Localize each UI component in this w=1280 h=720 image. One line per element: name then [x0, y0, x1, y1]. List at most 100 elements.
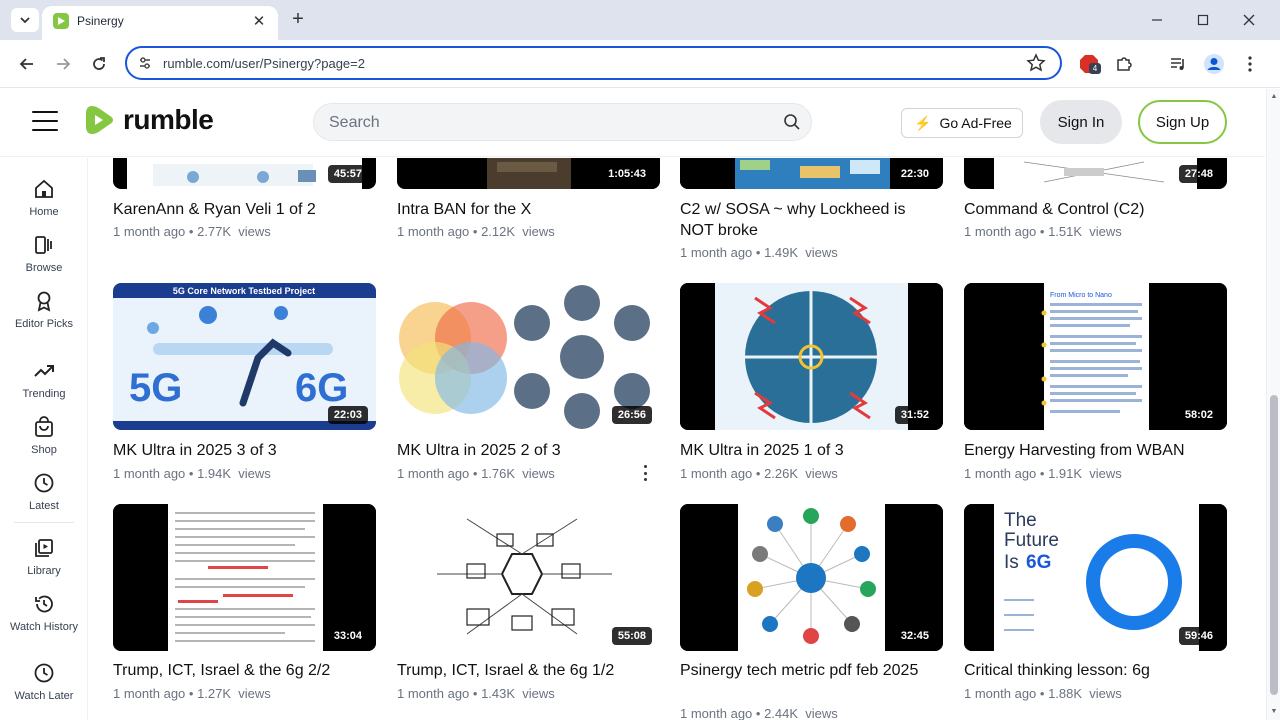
- video-age: 1 month ago: [397, 686, 470, 701]
- address-bar[interactable]: rumble.com/user/Psinergy?page=2: [125, 46, 1062, 80]
- scroll-down-icon[interactable]: ▼: [1270, 708, 1278, 716]
- sidebar-label: Watch Later: [14, 690, 74, 702]
- browser-menu-button[interactable]: [1238, 52, 1262, 76]
- sidebar-item-editor-picks[interactable]: Editor Picks: [4, 290, 84, 331]
- sidebar-label: Home: [29, 206, 59, 218]
- sidebar-item-watch-later[interactable]: Watch Later: [4, 662, 84, 703]
- sidebar-item-latest[interactable]: Latest: [4, 472, 84, 513]
- video-views: 2.26K: [764, 466, 799, 481]
- media-controls-button[interactable]: [1166, 52, 1190, 76]
- video-duration: 31:52: [894, 406, 935, 424]
- video-meta: 1 month ago • 1.88K views: [964, 686, 1122, 701]
- home-icon: [35, 179, 53, 198]
- video-duration: 45:57: [327, 165, 368, 183]
- video-title[interactable]: MK Ultra in 2025 2 of 3: [397, 440, 660, 461]
- video-thumbnail[interactable]: The Future Is 6G 59:46: [964, 504, 1227, 651]
- page-scrollbar[interactable]: ▲ ▼: [1266, 89, 1280, 720]
- browser-toolbar: rumble.com/user/Psinergy?page=2 4: [0, 40, 1280, 88]
- video-title[interactable]: Critical thinking lesson: 6g: [964, 660, 1227, 681]
- sidebar-label: Shop: [31, 444, 57, 456]
- video-thumbnail[interactable]: 26:56: [397, 283, 660, 430]
- video-title[interactable]: Intra BAN for the X: [397, 199, 660, 220]
- url-text: rumble.com/user/Psinergy?page=2: [163, 56, 365, 71]
- wban-heading-text: From Micro to Nano: [1050, 292, 1112, 299]
- back-button[interactable]: [15, 52, 39, 76]
- sixg-bold-text: 6G: [1026, 552, 1051, 573]
- video-title[interactable]: Energy Harvesting from WBAN: [964, 440, 1227, 461]
- bookmark-star-icon[interactable]: [1026, 53, 1046, 73]
- rumble-logo[interactable]: rumble: [85, 103, 214, 137]
- video-meta: 1 month ago • 1.49K views: [680, 245, 838, 260]
- latest-icon: [34, 473, 54, 493]
- browser-tab[interactable]: Psinergy ✕: [42, 6, 278, 40]
- video-views: 1.94K: [197, 466, 232, 481]
- site-info-icon[interactable]: [137, 55, 153, 71]
- views-label: views: [805, 466, 838, 481]
- tab-search-button[interactable]: [11, 8, 39, 32]
- video-duration: 1:05:43: [602, 165, 652, 183]
- maximize-icon: [1197, 14, 1209, 26]
- video-title[interactable]: KarenAnn & Ryan Veli 1 of 2: [113, 199, 376, 220]
- video-more-options-icon[interactable]: [639, 464, 651, 482]
- sixg-line3-text: Is: [1004, 552, 1019, 573]
- search-bar: [313, 103, 812, 141]
- video-title[interactable]: C2 w/ SOSA ~ why Lockheed is NOT broke: [680, 199, 943, 241]
- forward-button[interactable]: [51, 52, 75, 76]
- video-thumbnail[interactable]: 32:45: [680, 504, 943, 651]
- close-window-button[interactable]: [1237, 8, 1261, 32]
- sidebar-item-home[interactable]: Home: [4, 178, 84, 219]
- watch-later-icon: [34, 663, 54, 683]
- chevron-down-icon: [20, 17, 30, 24]
- video-meta: 1 month ago • 1.27K views: [113, 686, 271, 701]
- scrollbar-thumb[interactable]: [1270, 395, 1278, 695]
- scroll-up-icon[interactable]: ▲: [1270, 93, 1278, 101]
- video-meta: 1 month ago • 2.77K views: [113, 224, 271, 239]
- sidebar-item-browse[interactable]: Browse: [4, 234, 84, 275]
- sign-up-button[interactable]: Sign Up: [1138, 100, 1227, 144]
- video-title[interactable]: Trump, ICT, Israel & the 6g 1/2: [397, 660, 660, 681]
- extension-adblock-button[interactable]: 4: [1077, 52, 1101, 76]
- sidebar-item-library[interactable]: Library: [4, 537, 84, 578]
- sidebar-divider: [14, 522, 74, 523]
- video-title[interactable]: MK Ultra in 2025 3 of 3: [113, 440, 376, 461]
- views-label: views: [522, 224, 555, 239]
- browser-tabstrip: Psinergy ✕ +: [0, 0, 1280, 40]
- video-age: 1 month ago: [113, 686, 186, 701]
- new-tab-button[interactable]: +: [287, 8, 309, 30]
- sign-in-button[interactable]: Sign In: [1040, 100, 1122, 144]
- video-duration: 27:48: [1178, 165, 1219, 183]
- search-icon[interactable]: [783, 113, 801, 131]
- library-icon: [35, 539, 53, 557]
- search-input[interactable]: [329, 112, 759, 134]
- watch-history-icon: [35, 595, 53, 613]
- video-title[interactable]: Command & Control (C2): [964, 199, 1227, 220]
- video-thumbnail[interactable]: 33:04: [113, 504, 376, 651]
- video-title[interactable]: Psinergy tech metric pdf feb 2025: [680, 660, 943, 681]
- go-ad-free-button[interactable]: ⚡ Go Ad-Free: [901, 108, 1023, 138]
- video-thumbnail[interactable]: 55:08: [397, 504, 660, 651]
- video-title[interactable]: Trump, ICT, Israel & the 6g 2/2: [113, 660, 376, 681]
- sidebar-item-trending[interactable]: Trending: [4, 360, 84, 401]
- reload-button[interactable]: [87, 52, 111, 76]
- video-age: 1 month ago: [964, 466, 1037, 481]
- extensions-button[interactable]: [1112, 52, 1136, 76]
- video-duration: 32:45: [894, 627, 935, 645]
- rumble-favicon-icon: [53, 13, 69, 29]
- sidebar-item-watch-history[interactable]: Watch History: [4, 593, 84, 634]
- logo-text: rumble: [123, 104, 214, 135]
- video-age: 1 month ago: [964, 686, 1037, 701]
- maximize-button[interactable]: [1191, 8, 1215, 32]
- sidebar-item-shop[interactable]: Shop: [4, 416, 84, 457]
- video-thumbnail[interactable]: From Micro to Nano 58:02: [964, 283, 1227, 430]
- tab-close-icon[interactable]: ✕: [250, 12, 268, 30]
- video-age: 1 month ago: [680, 706, 753, 720]
- video-thumbnail[interactable]: 5G Core Network Testbed Project 5G 6G 22…: [113, 283, 376, 430]
- minimize-button[interactable]: [1145, 8, 1169, 32]
- go-ad-free-label: Go Ad-Free: [939, 115, 1012, 131]
- video-age: 1 month ago: [397, 466, 470, 481]
- profile-button[interactable]: [1202, 52, 1226, 76]
- video-thumbnail[interactable]: 31:52: [680, 283, 943, 430]
- video-title[interactable]: MK Ultra in 2025 1 of 3: [680, 440, 943, 461]
- menu-hamburger-icon[interactable]: [32, 111, 58, 133]
- sidebar: Home Browse Editor Picks Trending Shop L…: [0, 158, 88, 720]
